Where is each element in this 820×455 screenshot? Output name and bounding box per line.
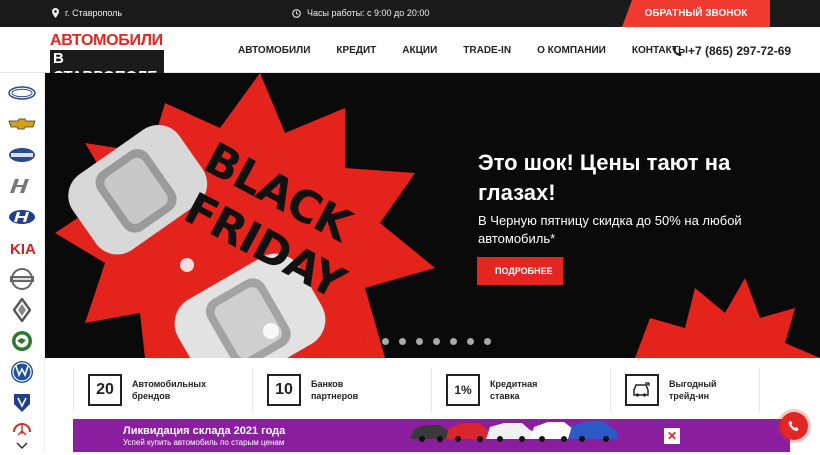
feature-label: Банков партнеров xyxy=(311,379,359,401)
feature-trade-in: Выгодный трейд-ин xyxy=(610,368,760,412)
promo-bar[interactable]: Ликвидация склада 2021 года Успей купить… xyxy=(73,419,790,452)
promo-cars-image xyxy=(410,421,617,442)
slider-dot[interactable] xyxy=(416,338,423,345)
svg-text:KIA: KIA xyxy=(10,241,36,256)
city-label: г. Ставрополь xyxy=(65,8,123,18)
slider-dots xyxy=(365,338,491,345)
hero-more-button[interactable]: ПОДРОБНЕЕ xyxy=(477,257,563,285)
brand-sidebar: KIA xyxy=(0,73,45,452)
slider-dot[interactable] xyxy=(399,338,406,345)
brand-datsun-icon[interactable] xyxy=(7,143,37,167)
brand-hyundai-icon[interactable] xyxy=(7,205,37,229)
brand-scroll-chevron-icon[interactable] xyxy=(16,437,28,450)
promo-close-button[interactable]: ✕ xyxy=(664,428,680,444)
hero-slider: BLACK FRIDAY Это шок! Цены тают на глаза… xyxy=(45,73,820,358)
feature-label: Автомобильных брендов xyxy=(132,379,207,401)
top-bar: г. Ставрополь Часы работы: с 9:00 до 20:… xyxy=(0,0,820,27)
slider-dot[interactable] xyxy=(450,338,457,345)
slider-dot[interactable] xyxy=(433,338,440,345)
feature-banks: 10 Банков партнеров xyxy=(252,368,381,412)
brand-chevrolet-icon[interactable] xyxy=(7,112,37,136)
slider-dot[interactable] xyxy=(467,338,474,345)
feature-value: 20 xyxy=(88,374,122,406)
brand-hyundai-h-icon[interactable] xyxy=(7,174,37,198)
working-hours: Часы работы: с 9:00 до 20:00 xyxy=(292,8,429,18)
brand-volkswagen-icon[interactable] xyxy=(7,360,37,384)
nav-item-promotions[interactable]: АКЦИИ xyxy=(402,45,437,56)
feature-value: 1% xyxy=(446,374,480,406)
brand-ravon-icon[interactable] xyxy=(7,391,37,415)
slider-dot[interactable] xyxy=(365,338,372,345)
promo-title: Ликвидация склада 2021 года xyxy=(123,425,286,437)
phone-icon xyxy=(672,46,682,56)
hours-label: Часы работы: с 9:00 до 20:00 xyxy=(307,8,430,18)
city-info: г. Ставрополь xyxy=(52,8,122,18)
phone-icon xyxy=(788,420,799,432)
slider-dot[interactable] xyxy=(382,338,389,345)
brand-ford-icon[interactable] xyxy=(7,81,37,105)
trade-in-car-icon xyxy=(625,374,659,406)
hero-title: Это шок! Цены тают на глазах! xyxy=(478,150,731,205)
main-nav: АВТОМОБИЛИ КРЕДИТ АКЦИИ TRADE-IN О КОМПА… xyxy=(238,45,688,56)
callback-button[interactable]: ОБРАТНЫЙ ЗВОНОК xyxy=(622,0,770,27)
feature-brands: 20 Автомобильных брендов xyxy=(73,368,207,412)
feature-value: 10 xyxy=(267,374,301,406)
nav-item-trade-in[interactable]: TRADE-IN xyxy=(463,45,511,56)
logo-line-1: АВТОМОБИЛИ xyxy=(50,32,163,49)
clock-icon xyxy=(292,8,301,18)
slider-dot[interactable] xyxy=(484,338,491,345)
nav-item-cars[interactable]: АВТОМОБИЛИ xyxy=(238,45,310,56)
promo-subtitle: Успей купить автомобиль по старым ценам xyxy=(123,438,285,447)
feature-label: Выгодный трейд-ин xyxy=(669,379,717,401)
header-phone[interactable]: +7 (865) 297-72-69 xyxy=(672,44,791,58)
hero-more-label: ПОДРОБНЕЕ xyxy=(495,266,553,276)
brand-kia-icon[interactable]: KIA xyxy=(7,236,37,260)
brand-nissan-icon[interactable] xyxy=(7,267,37,291)
header: АВТОМОБИЛИ В СТАВРОПОЛЕ АВТОМОБИЛИ КРЕДИ… xyxy=(0,27,820,86)
nav-item-credit[interactable]: КРЕДИТ xyxy=(336,45,376,56)
feature-label: Кредитная ставка xyxy=(490,379,538,401)
brand-renault-icon[interactable] xyxy=(7,298,37,322)
nav-item-about[interactable]: О КОМПАНИИ xyxy=(537,45,606,56)
brand-skoda-icon[interactable] xyxy=(7,329,37,353)
location-pin-icon xyxy=(52,8,59,18)
hero-subtitle: В Черную пятницу скидка до 50% на любой … xyxy=(478,213,742,246)
feature-credit-rate: 1% Кредитная ставка xyxy=(431,368,560,412)
floating-call-button[interactable] xyxy=(780,412,808,440)
phone-number: +7 (865) 297-72-69 xyxy=(688,44,792,58)
